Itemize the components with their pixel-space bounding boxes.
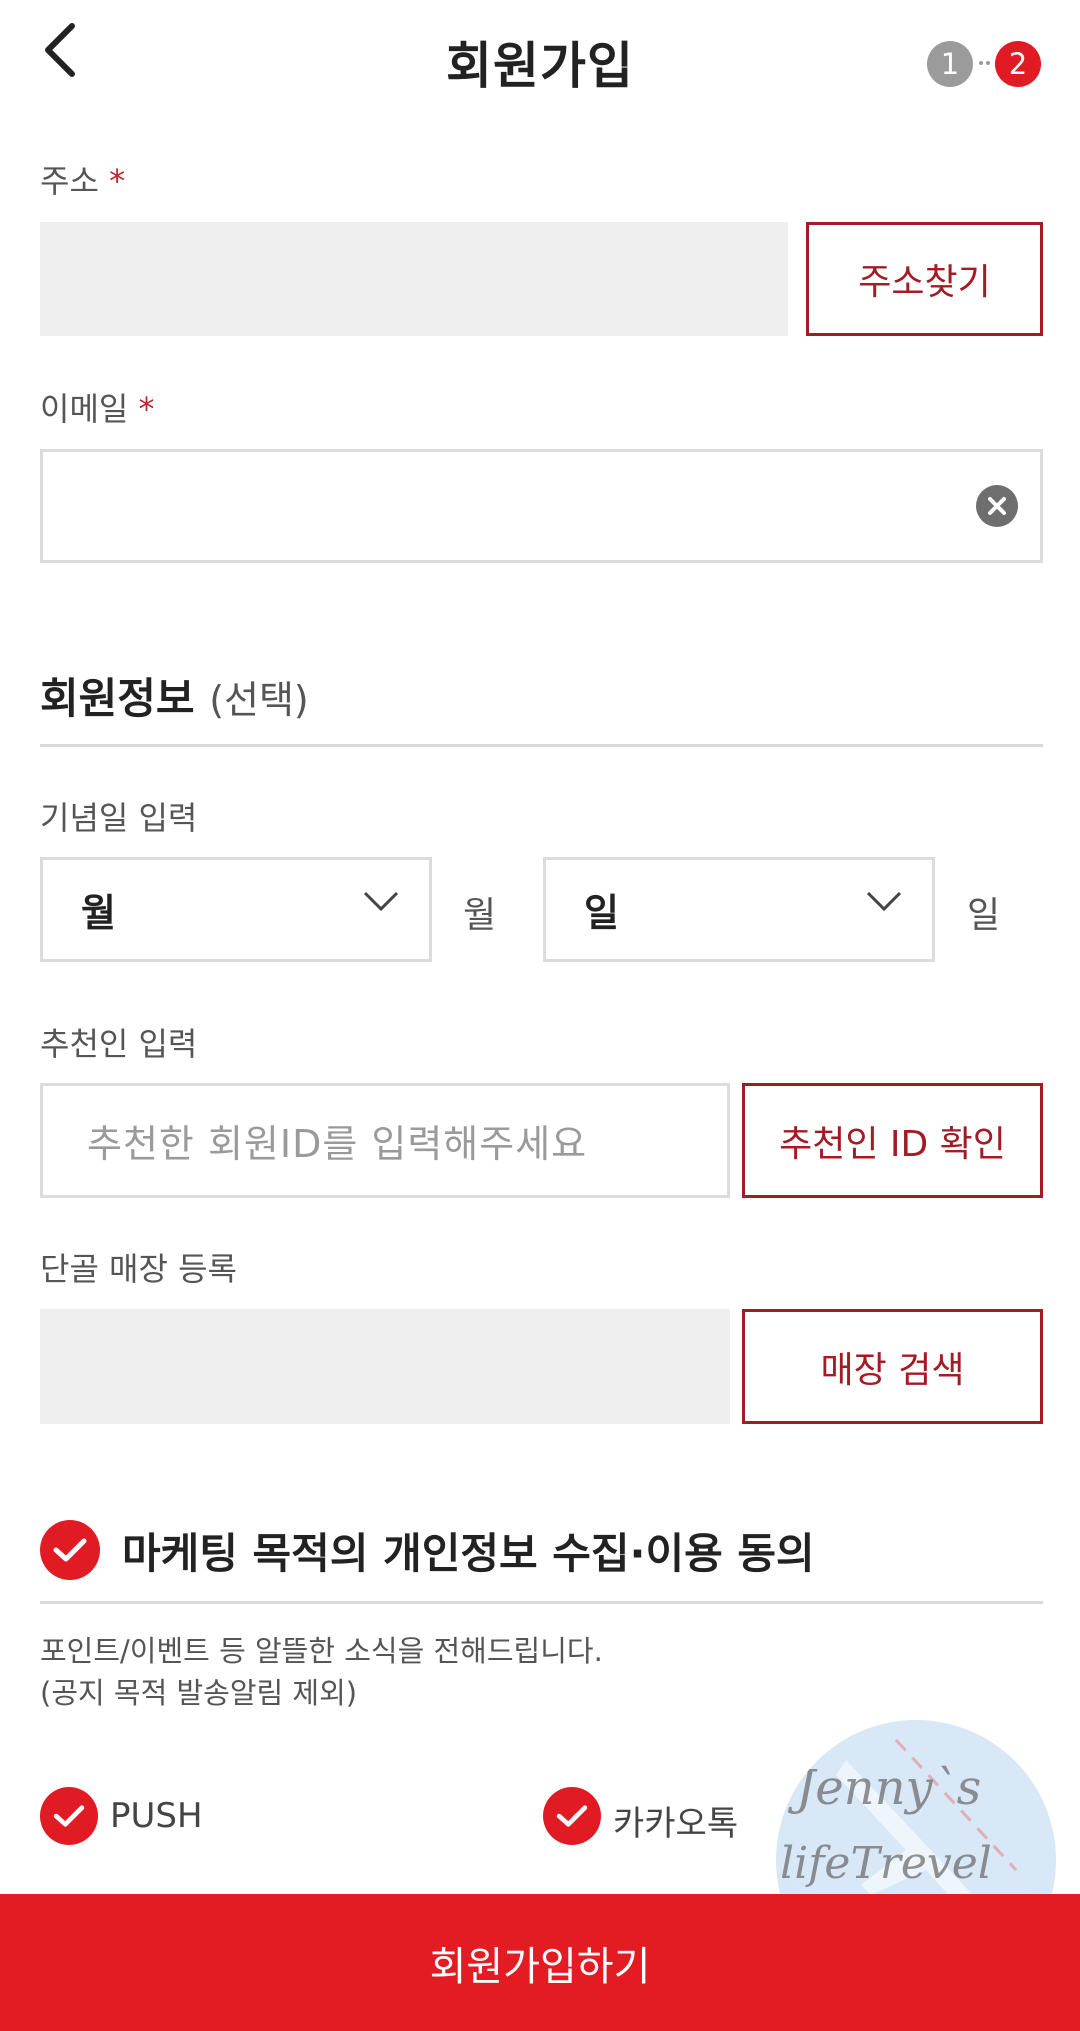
month-select[interactable]: 월 (40, 857, 432, 962)
marketing-consent-title: 마케팅 목적의 개인정보 수집·이용 동의 (122, 1529, 815, 1578)
check-icon (53, 1538, 87, 1562)
divider (40, 1601, 1043, 1604)
referrer-placeholder: 추천한 회원ID를 입력해주세요 (87, 1122, 588, 1166)
required-mark: * (138, 390, 155, 428)
push-label: PUSH (110, 1796, 203, 1836)
optional-tag: (선택) (209, 678, 309, 722)
address-label: 주소 * (40, 156, 125, 202)
store-label: 단골 매장 등록 (40, 1250, 237, 1288)
day-select[interactable]: 일 (543, 857, 935, 962)
member-info-title-text: 회원정보 (40, 674, 195, 723)
address-field[interactable] (40, 222, 788, 336)
kakaotalk-label: 카카오톡 (613, 1804, 739, 1844)
address-search-button[interactable]: 주소찾기 (806, 222, 1043, 336)
month-unit: 월 (463, 895, 497, 936)
email-field[interactable] (40, 449, 1043, 563)
chevron-down-icon (363, 891, 399, 912)
store-search-button[interactable]: 매장 검색 (742, 1309, 1043, 1424)
signup-submit-button[interactable]: 회원가입하기 (0, 1894, 1080, 2031)
referrer-label: 추천인 입력 (40, 1025, 198, 1063)
chevron-down-icon (866, 891, 902, 912)
store-field[interactable] (40, 1309, 730, 1424)
watermark-text: Jenny`s (796, 1760, 982, 1816)
divider (40, 744, 1043, 747)
day-unit: 일 (967, 895, 1001, 936)
clear-icon[interactable] (976, 485, 1018, 527)
step-indicator-1: 1 (927, 41, 973, 87)
month-select-value: 월 (81, 891, 116, 935)
step-indicator-2: 2 (995, 41, 1041, 87)
member-info-title: 회원정보 (선택) (40, 665, 309, 726)
address-label-text: 주소 (40, 162, 99, 200)
marketing-desc: 포인트/이벤트 등 알뜰한 소식을 전해드립니다. (공지 목적 발송알림 제외… (40, 1630, 603, 1714)
marketing-desc-line: 포인트/이벤트 등 알뜰한 소식을 전해드립니다. (40, 1634, 603, 1668)
day-select-value: 일 (584, 891, 619, 935)
kakaotalk-checkbox[interactable] (543, 1787, 601, 1845)
page-title: 회원가입 (446, 37, 634, 95)
check-icon (556, 1805, 588, 1827)
email-label-text: 이메일 (40, 390, 129, 428)
referrer-confirm-button[interactable]: 추천인 ID 확인 (742, 1083, 1043, 1198)
step-connector (979, 61, 993, 67)
check-icon (53, 1805, 85, 1827)
watermark-text: lifeTrevel (780, 1838, 992, 1889)
referrer-input[interactable]: 추천한 회원ID를 입력해주세요 (40, 1083, 730, 1198)
required-mark: * (109, 162, 126, 200)
marketing-desc-line: (공지 목적 발송알림 제외) (40, 1676, 358, 1710)
push-checkbox[interactable] (40, 1787, 98, 1845)
email-label: 이메일 * (40, 384, 155, 430)
anniversary-label: 기념일 입력 (40, 799, 198, 837)
marketing-consent-checkbox[interactable] (40, 1520, 100, 1580)
